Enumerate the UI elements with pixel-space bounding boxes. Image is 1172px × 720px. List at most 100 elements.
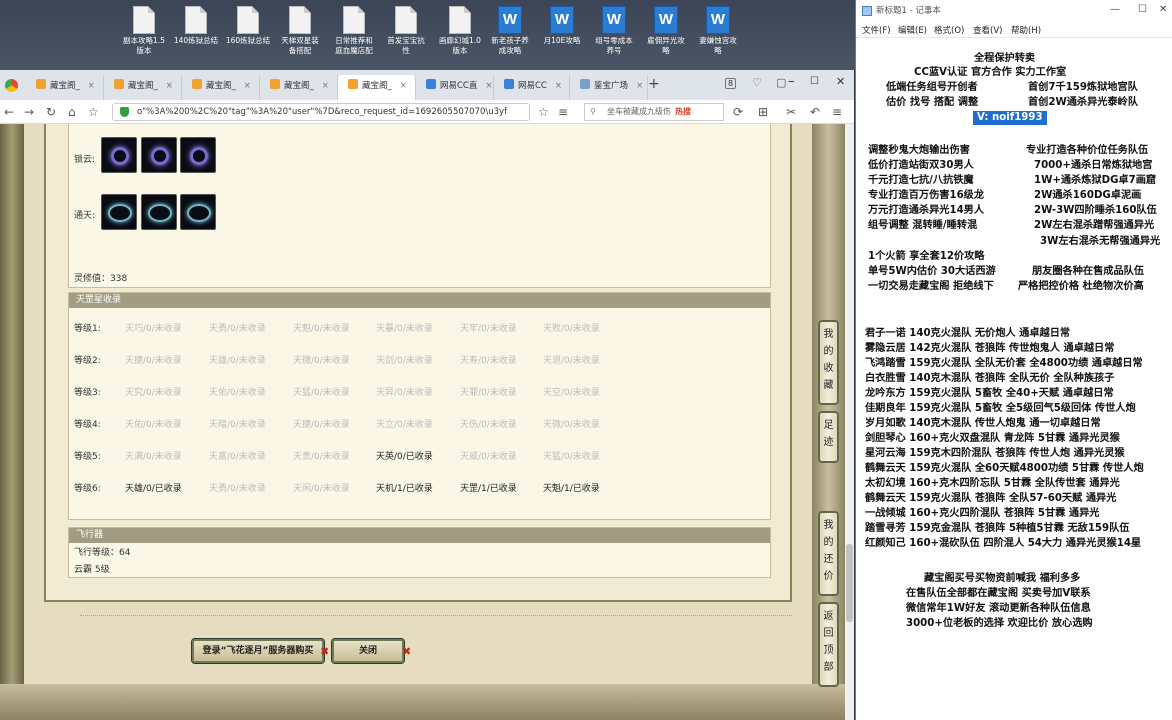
- desktop-file-icon[interactable]: W 雇佣异光攻 略: [640, 6, 692, 56]
- footer-line: 微信常年1W好友 滚动更新各种队伍信息: [906, 603, 1091, 614]
- desktop-file-icon[interactable]: 首发宝宝抗 性: [380, 6, 432, 56]
- team-listing-line: 鹤舞云天 159克火混队 苍狼阵 全队57-60天赋 通异光: [865, 493, 1117, 504]
- close-button[interactable]: 关闭: [332, 639, 404, 663]
- suoyun-item-1[interactable]: [101, 137, 137, 173]
- star-record-cell: 天勇/0/未收录: [209, 324, 266, 334]
- suoyun-item-2[interactable]: [141, 137, 177, 173]
- menu-view[interactable]: 查看(V): [973, 24, 1002, 36]
- back-to-top-button[interactable]: 返回顶部: [818, 602, 839, 687]
- browser-tab[interactable]: 网易CC ×: [494, 75, 570, 100]
- page-scrollbar[interactable]: [845, 124, 854, 720]
- star-level-row: 等级4: 天佑/0/未收录 天暗/0/未收录 天捷/0/未收录 天立/0/未收录 天伤/0…: [74, 418, 764, 432]
- browser-tab[interactable]: 藏宝阁_ ×: [260, 75, 338, 100]
- hot-search-label: 热搜: [675, 107, 691, 116]
- browser-tab[interactable]: 鉴宝广场 ×: [570, 75, 648, 100]
- star-record-cell: 天寿/0/未收录: [460, 356, 517, 366]
- desktop-file-icon[interactable]: 140炼狱总结: [170, 6, 222, 46]
- text-file-icon: [237, 6, 259, 34]
- home-icon[interactable]: ⌂: [68, 104, 76, 120]
- star-record-cell: 天空/0/未收录: [543, 388, 600, 398]
- tab-label: 藏宝阁_: [362, 81, 392, 91]
- close-x-icon[interactable]: ✖: [320, 645, 329, 658]
- tab-close-icon[interactable]: ×: [485, 81, 492, 91]
- tab-favicon-icon: [114, 79, 124, 89]
- desktop-file-icon[interactable]: W 新老孩子养 成攻略: [484, 6, 536, 56]
- maximize-button[interactable]: ☐: [810, 76, 819, 87]
- star-record-cell: 天机/1/已收录: [376, 484, 433, 494]
- desktop-file-icon[interactable]: W 月10E攻略: [536, 6, 588, 46]
- desktop-file-icon[interactable]: 日常推荐和 庭血魔店配: [328, 6, 380, 56]
- footprint-button[interactable]: 足迹: [818, 411, 839, 463]
- browser-tab[interactable]: 藏宝阁_ ×: [338, 75, 416, 100]
- tab-close-icon[interactable]: ×: [555, 81, 562, 91]
- tab-close-icon[interactable]: ×: [636, 81, 643, 91]
- tab-close-icon[interactable]: ×: [322, 81, 329, 91]
- desktop-file-icon[interactable]: W 组号零成本 养号: [588, 6, 640, 56]
- browser-tab[interactable]: 藏宝阁_ ×: [104, 75, 182, 100]
- close-window-button[interactable]: ✕: [836, 75, 845, 88]
- search-box[interactable]: ⚲ 坐车被藏成九级伤 热搜: [584, 103, 724, 121]
- notepad-maximize-button[interactable]: ☐: [1138, 4, 1147, 15]
- tab-close-icon[interactable]: ×: [244, 81, 251, 91]
- tongtian-item-3[interactable]: [180, 194, 216, 230]
- tongtian-item-1[interactable]: [101, 194, 137, 230]
- menu-format[interactable]: 格式(O): [934, 24, 964, 36]
- login-server-buy-button[interactable]: 登录“飞花逐月”服务器购买: [192, 639, 324, 663]
- desktop-file-icon[interactable]: 天梯双星装 备搭配: [274, 6, 326, 56]
- tab-count-badge[interactable]: 8: [725, 78, 737, 89]
- tab-close-icon[interactable]: ×: [88, 81, 95, 91]
- favorite-star-icon[interactable]: ☆: [538, 104, 549, 120]
- notepad-minimize-button[interactable]: —: [1110, 4, 1120, 15]
- star-record-cell: 天魁/0/未收录: [293, 324, 350, 334]
- browser-window: 藏宝阁_ × 藏宝阁_ × 藏宝阁_ × 藏宝阁_ × 藏宝阁_ × 网易CC直 × 网易CC × 鉴宝广场…: [0, 70, 854, 720]
- restore-icon[interactable]: ▢: [776, 76, 786, 89]
- search-icon: ⚲: [590, 107, 596, 116]
- shirt-icon[interactable]: ♡: [752, 76, 762, 89]
- team-listing-line: 红颜知己 160+混砍队伍 四阶混人 54大力 通异光灵猴14星: [865, 538, 1142, 549]
- browser-tab[interactable]: 藏宝阁_ ×: [26, 75, 104, 100]
- text-file-icon: [343, 6, 365, 34]
- my-bargain-button[interactable]: 我的还价: [818, 511, 839, 596]
- notepad-text-area[interactable]: 全程保护转卖 CC蓝V认证 官方合作 实力工作室 低端任务组号开创者 首创7千1…: [856, 44, 1172, 720]
- forward-icon[interactable]: →: [24, 104, 34, 120]
- my-favorites-button[interactable]: 我的收藏: [818, 320, 839, 405]
- desktop-file-icon[interactable]: W 妻嫌蚀宫攻 略: [692, 6, 744, 56]
- more-menu-icon[interactable]: ≡: [832, 104, 842, 120]
- menu-help[interactable]: 帮助(H): [1011, 24, 1041, 36]
- tongtian-item-2[interactable]: [141, 194, 177, 230]
- refresh-ext-icon[interactable]: ⟳: [733, 104, 743, 120]
- menu-file[interactable]: 文件(F): [862, 24, 891, 36]
- desktop-file-icon[interactable]: 160炼狱总结: [222, 6, 274, 46]
- desktop-file-icon[interactable]: 副本攻略1.5 版本: [118, 6, 170, 56]
- back-icon[interactable]: ←: [4, 104, 14, 120]
- browser-tab[interactable]: 网易CC直 ×: [416, 75, 494, 100]
- minimize-button[interactable]: –: [788, 74, 795, 89]
- bookmark-star-icon[interactable]: ☆: [88, 104, 99, 120]
- tab-close-icon[interactable]: ×: [166, 81, 173, 91]
- desktop-file-icon[interactable]: 画廊幻城1.0 版本: [434, 6, 486, 56]
- address-bar[interactable]: o"%3A%200%2C%20"tag"%3A%20"user"%7D&reco…: [112, 103, 530, 121]
- notepad-title: 新标题1 - 记事本: [856, 0, 1172, 22]
- slot-label-suoyun: 锁云:: [74, 155, 96, 165]
- browser-logo-icon[interactable]: [5, 79, 18, 92]
- menu-icon[interactable]: ≡: [558, 104, 568, 120]
- star-record-cell: 天富/0/未收录: [209, 452, 266, 462]
- reload-icon[interactable]: ↻: [46, 104, 56, 120]
- browser-tab[interactable]: 藏宝阁_ ×: [182, 75, 260, 100]
- close-x-icon[interactable]: ✖: [402, 645, 411, 658]
- desktop-file-label: 日常推荐和 庭血魔店配: [335, 36, 373, 55]
- notepad-close-button[interactable]: ✕: [1159, 4, 1167, 15]
- tab-close-icon[interactable]: ×: [400, 81, 407, 91]
- scissors-icon[interactable]: ✂: [786, 104, 796, 120]
- undo-icon[interactable]: ↶: [810, 104, 820, 120]
- menu-edit[interactable]: 编辑(E): [898, 24, 927, 36]
- scrollbar-thumb[interactable]: [846, 544, 853, 622]
- new-tab-button[interactable]: +: [648, 76, 660, 92]
- ring-icon: [108, 204, 132, 222]
- desktop-file-label: 雇佣异光攻 略: [647, 36, 685, 55]
- word-doc-icon: W: [654, 6, 678, 34]
- star-record-cell: 天捷/0/未收录: [125, 356, 182, 366]
- grid-icon[interactable]: ⊞: [758, 104, 768, 120]
- suoyun-item-3[interactable]: [180, 137, 216, 173]
- navigation-bar: ← → ↻ ⌂ ☆ o"%3A%200%2C%20"tag"%3A%20"use…: [0, 100, 854, 124]
